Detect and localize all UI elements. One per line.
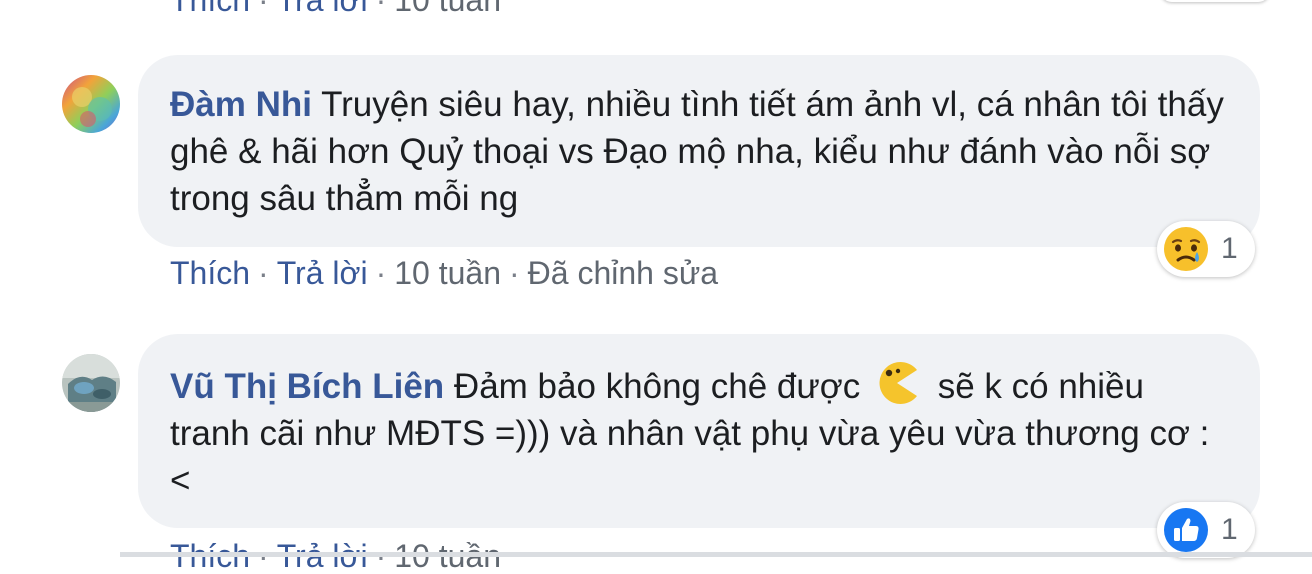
- comment-author[interactable]: Đàm Nhi: [170, 85, 312, 124]
- reaction-count: 1: [1221, 513, 1238, 546]
- comment-text-part-1: Đảm bảo không chê được: [453, 367, 861, 406]
- like-reaction-icon: [1164, 508, 1208, 552]
- avatar-image: [62, 354, 120, 412]
- previous-comment-actions: Thích · Trả lời · 10 tuần: [170, 0, 501, 16]
- comment-bubble: Vũ Thị Bích Liên Đảm bảo không chê được …: [138, 334, 1260, 528]
- comment-time[interactable]: 10 tuần: [394, 255, 501, 291]
- reaction-badge[interactable]: 1: [1157, 221, 1255, 277]
- comment-bubble: Đàm Nhi Truyện siêu hay, nhiều tình tiết…: [138, 55, 1260, 247]
- reply-link[interactable]: Trả lời: [277, 0, 368, 18]
- comment-actions: Thích · Trả lời · 10 tuần · Đã chỉnh sửa: [170, 257, 718, 289]
- avatar[interactable]: [62, 354, 120, 412]
- edited-label[interactable]: Đã chỉnh sửa: [528, 255, 718, 291]
- separator: ·: [258, 0, 269, 18]
- like-link[interactable]: Thích: [170, 0, 250, 18]
- avatar[interactable]: [62, 75, 120, 133]
- pacman-emoji-icon: [879, 362, 917, 404]
- comment-time[interactable]: 10 tuần: [394, 0, 501, 18]
- comment-author[interactable]: Vũ Thị Bích Liên: [170, 367, 444, 406]
- separator: ·: [375, 0, 387, 18]
- separator: ·: [375, 255, 387, 291]
- reaction-count: 1: [1221, 232, 1238, 265]
- reply-link[interactable]: Trả lời: [277, 255, 368, 291]
- reaction-badge[interactable]: 1: [1157, 502, 1255, 558]
- comment-text: Truyện siêu hay, nhiều tình tiết ám ảnh …: [170, 85, 1224, 218]
- previous-reaction-badge[interactable]: [1160, 0, 1270, 2]
- like-link[interactable]: Thích: [170, 255, 250, 291]
- separator: ·: [258, 255, 269, 291]
- scroll-divider: [120, 552, 1312, 557]
- sad-reaction-icon: [1164, 227, 1208, 271]
- separator: ·: [509, 255, 520, 291]
- avatar-image: [62, 75, 120, 133]
